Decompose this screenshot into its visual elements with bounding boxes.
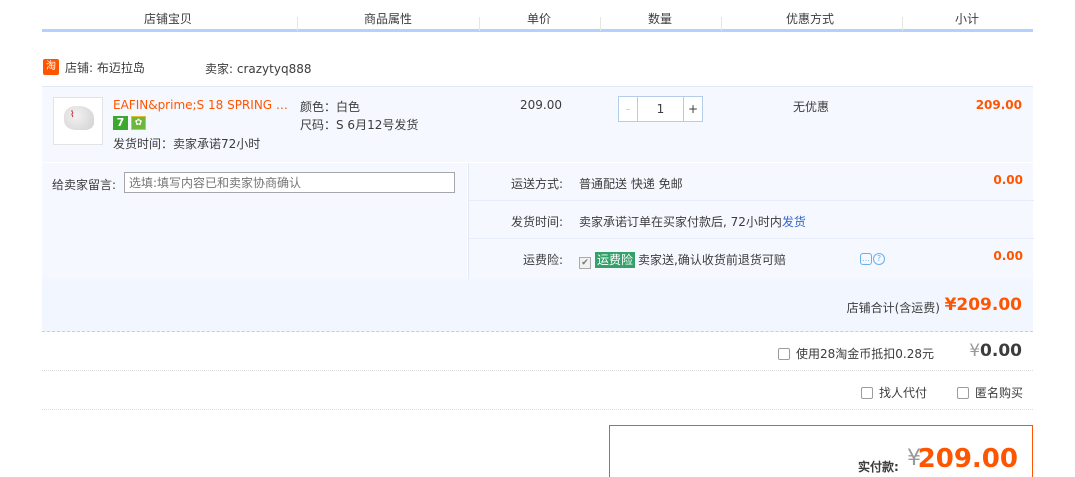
- promo-method: 无优惠: [793, 100, 830, 114]
- header-divider: [600, 17, 601, 31]
- shop-total-label: 店铺合计(含运费): [846, 301, 940, 315]
- attr-color: 颜色：白色: [300, 100, 361, 114]
- insurance-desc: 卖家送,确认收货前退货可赔: [638, 253, 786, 267]
- qty-increase-button[interactable]: +: [683, 96, 703, 122]
- product-thumbnail[interactable]: ⌇: [53, 97, 103, 145]
- seller-name[interactable]: 卖家: crazytyq888: [205, 60, 311, 77]
- shop-total-row: 店铺合计(含运费) ¥209.00: [42, 279, 1033, 332]
- ship-time-label: 发货时间:: [510, 215, 563, 229]
- ship-time-row: 发货时间: 卖家承诺订单在买家付款后, 72小时内发货: [469, 201, 1034, 239]
- item-subtotal: 209.00: [975, 98, 1022, 112]
- ship-time-text: 卖家承诺订单在买家付款后, 72小时内: [579, 215, 782, 229]
- taobao-shop-icon: 淘: [43, 59, 59, 75]
- product-image-shape: [64, 106, 94, 130]
- question-icon[interactable]: ?: [873, 253, 885, 265]
- shop-info: 淘 店铺: 布迈拉岛: [43, 58, 145, 76]
- shipping-insurance-row: 运费险: ✔ 运费险 卖家送,确认收货前退货可赔 0.00: [469, 239, 1034, 277]
- coin-label: 使用28淘金币抵扣0.28元: [796, 347, 934, 361]
- coin-yen: ¥: [969, 341, 981, 361]
- header-col-promo: 优惠方式: [786, 12, 835, 26]
- chat-icon[interactable]: …: [860, 253, 872, 265]
- header-col-subtotal: 小计: [955, 12, 980, 26]
- insurance-value: ✔ 运费险 卖家送,确认收货前退货可赔: [579, 251, 786, 269]
- product-image-mark: ⌇: [70, 110, 75, 120]
- insurance-checkbox[interactable]: ✔: [579, 257, 591, 269]
- anonymous-label: 匿名购买: [975, 386, 1024, 400]
- header-divider: [297, 17, 298, 31]
- unit-price: 209.00: [520, 98, 562, 112]
- header-col-qty: 数量: [648, 12, 673, 26]
- header-divider: [721, 17, 722, 31]
- message-label: 给卖家留言:: [52, 178, 117, 192]
- insurance-label: 运费险:: [522, 253, 563, 267]
- product-title-link[interactable]: EAFIN&prime;S 18 SPRING &amp;...: [113, 98, 293, 112]
- ship-time-value: 卖家承诺订单在买家付款后, 72小时内发货: [579, 213, 806, 230]
- order-item-row: ⌇ EAFIN&prime;S 18 SPRING &amp;... 7 ✿ 发…: [42, 86, 1033, 162]
- coin-option[interactable]: 使用28淘金币抵扣0.28元: [778, 345, 934, 362]
- qty-input[interactable]: 1: [638, 96, 683, 122]
- coin-value: ¥0.00: [969, 341, 1022, 361]
- proxy-pay-option[interactable]: 找人代付: [861, 384, 927, 401]
- proxy-pay-label: 找人代付: [879, 386, 928, 400]
- ship-time-note: 发货时间：卖家承诺72小时: [113, 137, 261, 151]
- payment-amount: 209.00: [917, 444, 1018, 474]
- insurance-help: … ?: [860, 253, 885, 265]
- shop-name[interactable]: 店铺: 布迈拉岛: [65, 59, 145, 76]
- header-col-attr: 商品属性: [364, 12, 413, 26]
- coin-amount: 0.00: [980, 341, 1022, 361]
- header-col-item: 店铺宝贝: [144, 12, 193, 26]
- ship-time-link[interactable]: 发货: [782, 215, 806, 229]
- seven-day-return-icon[interactable]: 7: [113, 116, 128, 130]
- shipping-fee: 0.00: [993, 173, 1023, 187]
- purchase-options-row: 找人代付 匿名购买: [42, 371, 1033, 410]
- shipping-method-label: 运送方式:: [510, 177, 563, 191]
- insurance-fee: 0.00: [993, 249, 1023, 263]
- coin-deduction-row: 使用28淘金币抵扣0.28元 ¥0.00: [42, 332, 1033, 371]
- anonymous-option[interactable]: 匿名购买: [957, 384, 1023, 401]
- guarantee-icon[interactable]: ✿: [131, 116, 146, 130]
- quantity-stepper: - 1 +: [618, 96, 703, 122]
- payment-summary: 实付款: ¥ 209.00: [609, 425, 1033, 477]
- cart-header: 店铺宝贝 商品属性 单价 数量 优惠方式 小计: [42, 0, 1033, 32]
- header-col-price: 单价: [527, 12, 552, 26]
- seller-message-section: 给卖家留言:: [42, 163, 467, 279]
- shipping-method-value: 普通配送 快递 免邮: [579, 177, 683, 191]
- header-divider: [902, 17, 903, 31]
- seller-message-input[interactable]: [124, 172, 455, 193]
- coin-checkbox[interactable]: [778, 348, 790, 360]
- insurance-tag: 运费险: [595, 252, 636, 268]
- qty-decrease-button[interactable]: -: [618, 96, 638, 122]
- proxy-pay-checkbox[interactable]: [861, 387, 873, 399]
- service-badges: 7 ✿: [113, 116, 146, 130]
- anonymous-checkbox[interactable]: [957, 387, 969, 399]
- attr-size: 尺码：S 6月12号发货: [300, 118, 419, 132]
- shipping-method-row: 运送方式: 普通配送 快递 免邮 0.00: [469, 163, 1034, 201]
- shipping-section: 运送方式: 普通配送 快递 免邮 0.00 发货时间: 卖家承诺订单在买家付款后…: [468, 163, 1034, 279]
- payment-label: 实付款:: [858, 460, 899, 474]
- header-divider: [479, 17, 480, 31]
- shop-total-value: ¥209.00: [944, 295, 1022, 315]
